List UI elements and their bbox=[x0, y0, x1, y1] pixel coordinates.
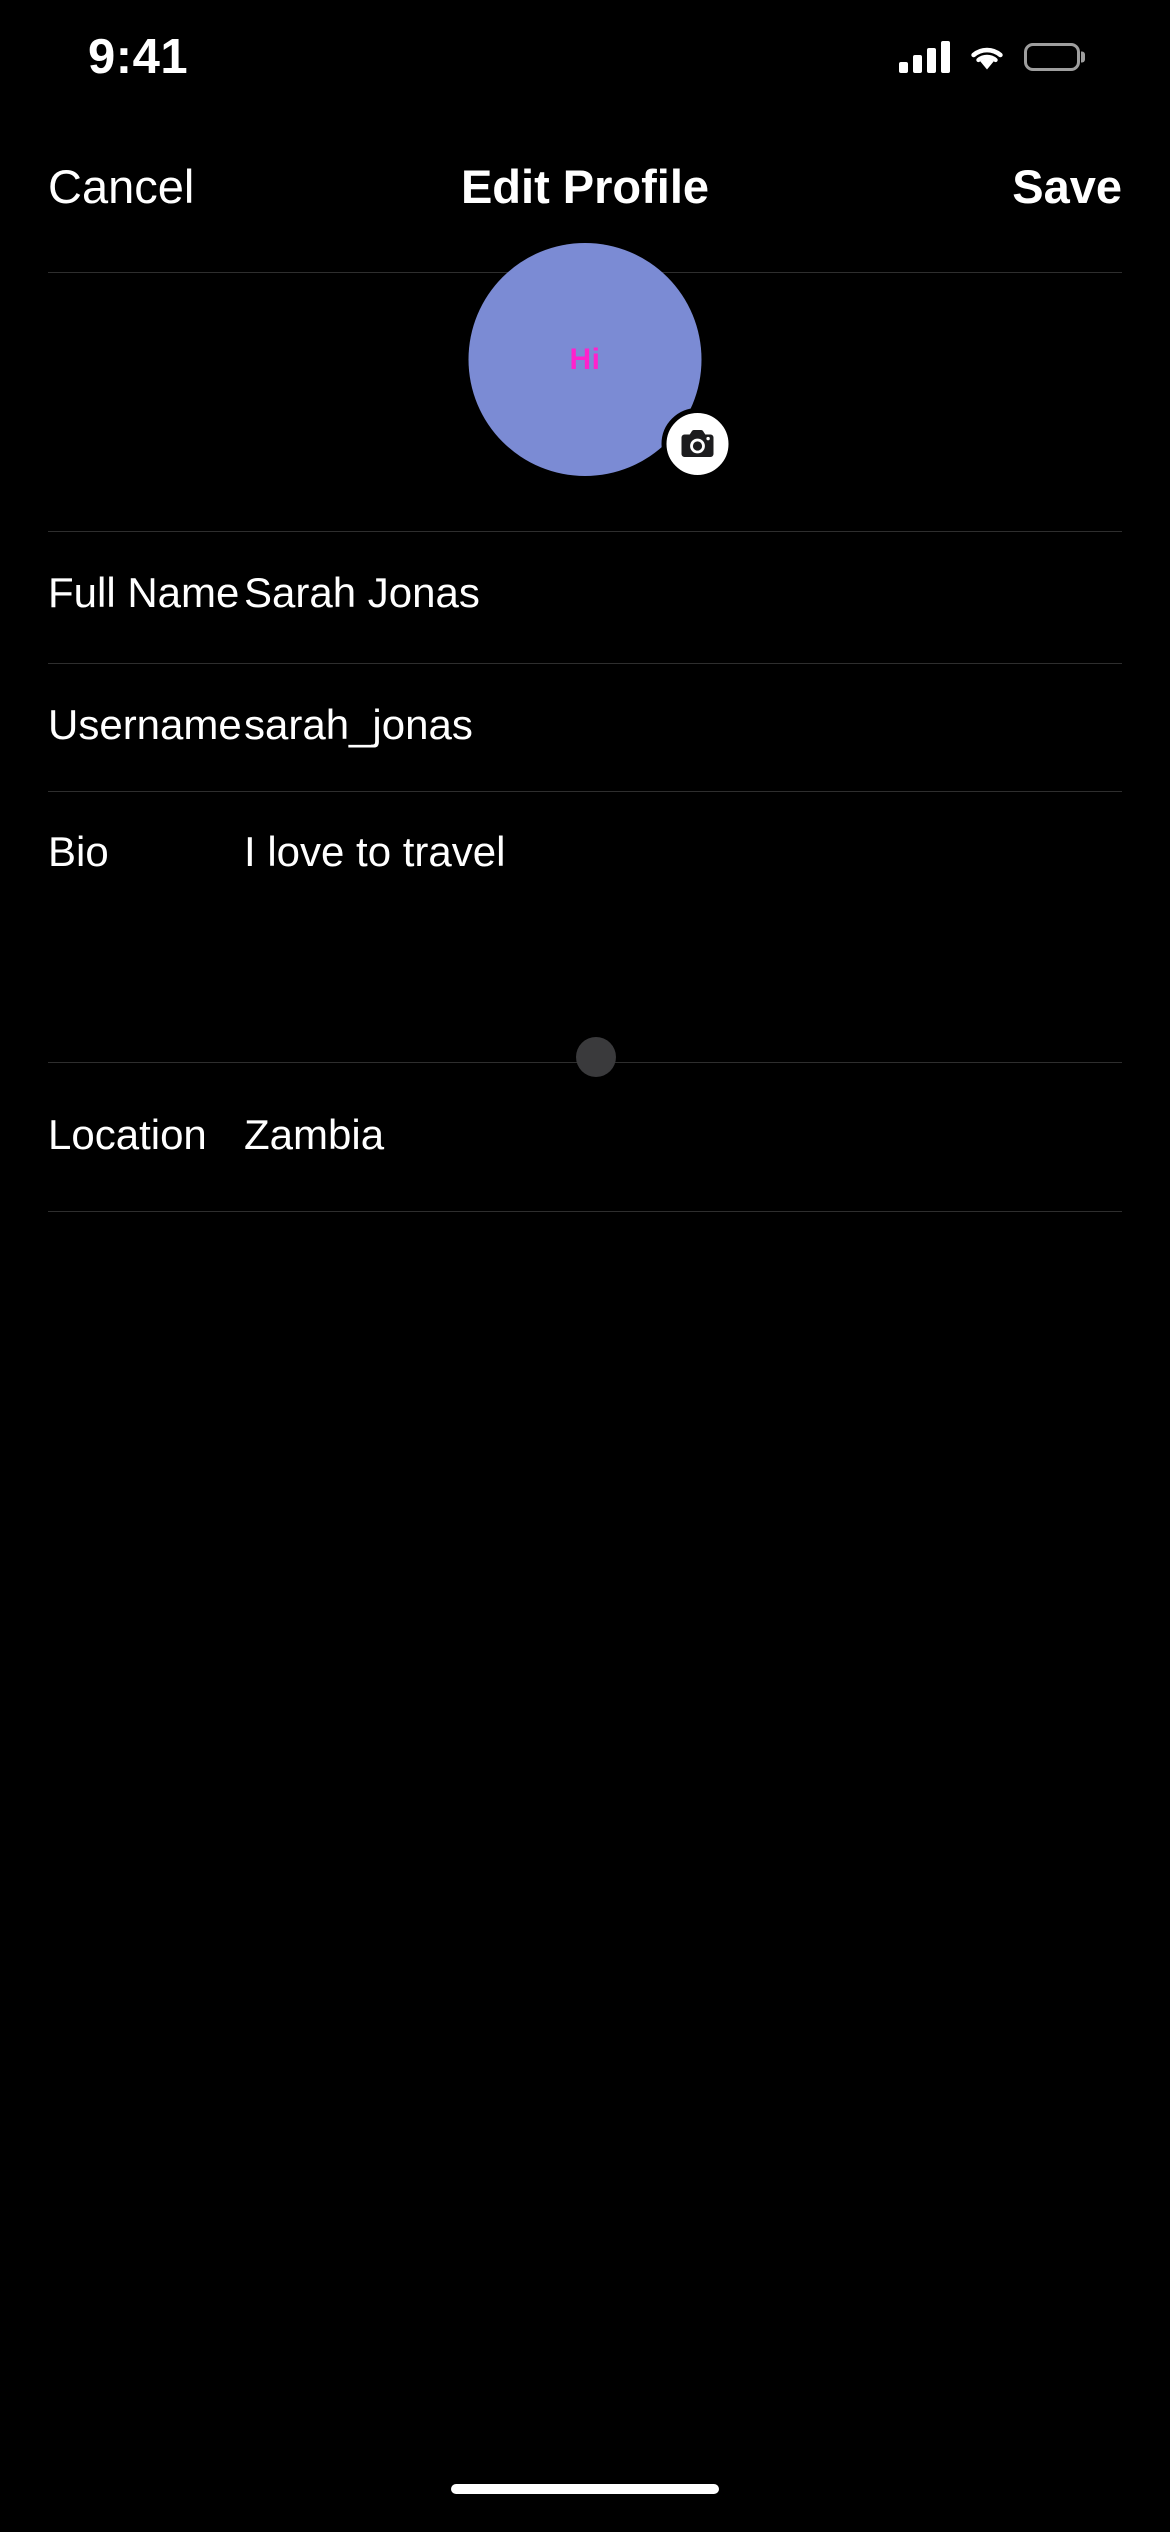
avatar-wrapper: Hi bbox=[468, 243, 734, 480]
cancel-button[interactable]: Cancel bbox=[48, 159, 194, 214]
field-row-username[interactable]: Username sarah_jonas bbox=[0, 663, 1170, 791]
username-input[interactable]: sarah_jonas bbox=[244, 701, 473, 749]
save-button[interactable]: Save bbox=[1012, 159, 1122, 214]
bio-input[interactable]: I love to travel bbox=[244, 828, 505, 876]
camera-icon bbox=[681, 430, 714, 457]
status-bar-time: 9:41 bbox=[88, 30, 189, 84]
profile-form: Full Name Sarah Jonas Username sarah_jon… bbox=[0, 532, 1170, 1212]
avatar-initials: Hi bbox=[569, 342, 601, 376]
full-name-label: Full Name bbox=[48, 569, 240, 616]
avatar-section: Hi bbox=[0, 243, 1170, 532]
battery-icon bbox=[1024, 43, 1080, 71]
status-dot bbox=[576, 1037, 616, 1077]
full-name-input[interactable]: Sarah Jonas bbox=[244, 569, 480, 617]
cellular-signal-icon bbox=[899, 41, 950, 73]
status-bar-icons bbox=[899, 41, 1080, 73]
location-input[interactable]: Zambia bbox=[244, 1111, 384, 1159]
home-indicator[interactable] bbox=[451, 2484, 719, 2494]
change-photo-button[interactable] bbox=[661, 408, 734, 480]
wifi-icon bbox=[967, 42, 1007, 72]
bio-label: Bio bbox=[48, 828, 109, 875]
location-divider bbox=[48, 1211, 1122, 1212]
field-row-bio[interactable]: Bio I love to travel bbox=[0, 792, 1170, 1062]
field-row-full-name[interactable]: Full Name Sarah Jonas bbox=[0, 532, 1170, 662]
edit-profile-screen: 9:41 Cancel Edit Profile Save Hi Full Na… bbox=[0, 0, 1170, 2532]
status-bar: 9:41 bbox=[0, 0, 1170, 100]
username-label: Username bbox=[48, 701, 242, 748]
location-label: Location bbox=[48, 1111, 207, 1158]
field-row-location[interactable]: Location Zambia bbox=[0, 1063, 1170, 1211]
